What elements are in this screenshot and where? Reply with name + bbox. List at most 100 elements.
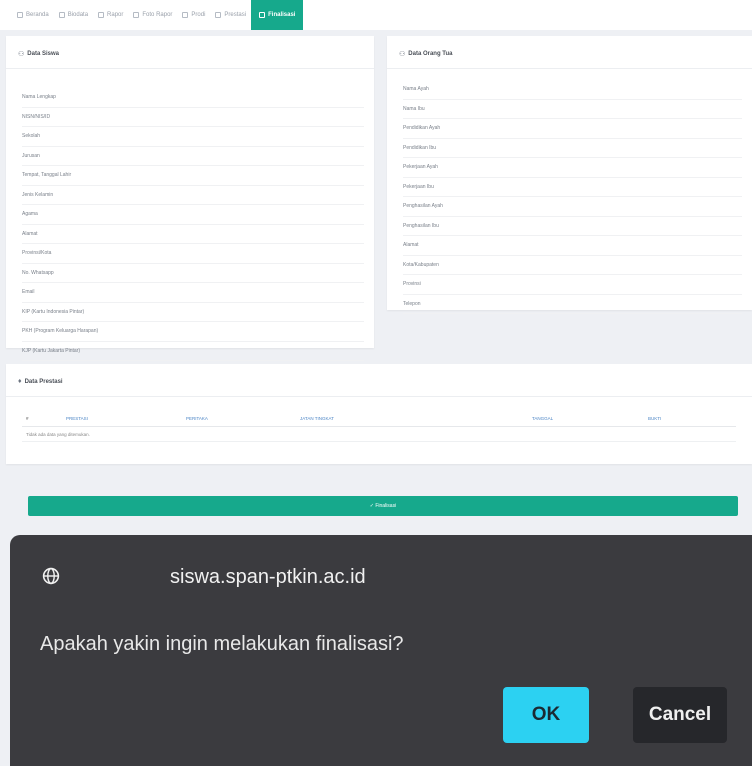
column-header: TANGGAL: [532, 415, 554, 421]
card-title: ⚇ Data Siswa: [18, 50, 59, 58]
award-icon: [215, 12, 222, 18]
field-label: KIP (Kartu Indonesia Pintar): [22, 308, 85, 315]
field-row: KIP (Kartu Indonesia Pintar): [22, 303, 364, 322]
field-row: Provinsi/Kota: [22, 244, 364, 264]
nav-beranda[interactable]: Beranda: [12, 0, 54, 30]
field-label: Provinsi/Kota: [22, 250, 52, 257]
field-row: Provinsi: [403, 275, 742, 295]
field-label: KJP (Kartu Jakarta Pintar): [22, 347, 80, 354]
cancel-button[interactable]: Cancel: [633, 687, 727, 743]
field-label: Jurusan: [22, 152, 40, 159]
image-icon: [133, 12, 140, 18]
column-header: JATAN TINGKAT: [300, 415, 334, 421]
field-row: Telepon: [403, 295, 742, 314]
ok-button[interactable]: OK: [503, 687, 589, 743]
dialog-message: Apakah yakin ingin melakukan finalisasi?: [40, 633, 404, 655]
column-header: BUKTI: [648, 415, 662, 421]
nav-biodata[interactable]: Biodata: [54, 0, 93, 30]
field-row: Alamat: [403, 236, 742, 256]
globe-icon: [42, 567, 60, 585]
field-label: Alamat: [22, 230, 38, 237]
column-header: #: [26, 415, 29, 421]
field-label: Tempat, Tanggal Lahir: [22, 172, 72, 179]
nav-label: Rapor: [107, 12, 124, 18]
divider: [6, 68, 374, 69]
siswa-field-list: Nama Lengkap NISN/NIS/ID Sekolah Jurusan…: [22, 88, 364, 361]
top-navigation: Beranda Biodata Rapor Foto Rapor Prodi P…: [0, 0, 752, 30]
confirm-dialog: siswa.span-ptkin.ac.id Apakah yakin ingi…: [10, 535, 752, 766]
field-row: KJP (Kartu Jakarta Pintar): [22, 342, 364, 361]
field-row: Nama Ibu: [403, 100, 742, 119]
field-label: Alamat: [403, 242, 419, 249]
field-row: Alamat: [22, 225, 364, 244]
field-row: Nama Lengkap: [22, 88, 364, 108]
table-header: # PRESTASI PERITAKA JATAN TINGKAT TANGGA…: [22, 410, 736, 427]
user-icon: ⚇: [18, 51, 25, 58]
check-icon: [259, 12, 266, 18]
book-icon: [98, 12, 105, 18]
field-row: Sekolah: [22, 127, 364, 147]
column-header: PERITAKA: [186, 415, 208, 421]
nav-label: Foto Rapor: [142, 12, 173, 18]
home-icon: [17, 12, 23, 18]
field-label: Penghasilan Ayah: [403, 203, 443, 210]
grid-icon: [182, 12, 189, 18]
data-siswa-title: Data Siswa: [27, 51, 59, 57]
user-icon: ⚇: [399, 51, 406, 58]
field-row: Nama Ayah: [403, 80, 742, 100]
field-row: NISN/NIS/ID: [22, 108, 364, 127]
field-label: No. Whatsapp: [22, 269, 54, 276]
divider: [387, 68, 752, 69]
nav-label: Prestasi: [224, 12, 247, 18]
card-title: ⚇ Data Orang Tua: [399, 50, 453, 58]
field-label: Sekolah: [22, 133, 41, 140]
finalisasi-button[interactable]: ✓ Finalisasi: [28, 496, 738, 516]
nav-label: Finalisasi: [268, 12, 296, 18]
field-row: Penghasilan Ayah: [403, 197, 742, 217]
nav-finalisasi[interactable]: Finalisasi: [251, 0, 304, 30]
card-title: ♦ Data Prestasi: [18, 378, 63, 385]
nav-label: Biodata: [67, 12, 89, 18]
prestasi-table: # PRESTASI PERITAKA JATAN TINGKAT TANGGA…: [22, 410, 736, 442]
field-label: PKH (Program Keluarga Harapan): [22, 328, 99, 335]
field-label: Provinsi: [403, 281, 421, 288]
field-label: Pendidikan Ayah: [403, 125, 441, 132]
field-label: Email: [22, 289, 35, 296]
field-row: Pekerjaan Ayah: [403, 158, 742, 178]
data-prestasi-title: Data Prestasi: [24, 378, 63, 385]
field-label: Pekerjaan Ayah: [403, 164, 438, 171]
user-icon: [58, 12, 65, 18]
field-row: Kota/Kabupaten: [403, 256, 742, 275]
field-row: Pendidikan Ayah: [403, 119, 742, 139]
divider: [6, 396, 752, 397]
field-label: NISN/NIS/ID: [22, 113, 51, 120]
nav-prodi[interactable]: Prodi: [177, 0, 210, 30]
nav-prestasi[interactable]: Prestasi: [210, 0, 251, 30]
empty-row: Tidak ada data yang ditemukan.: [22, 427, 736, 442]
field-label: Pekerjaan Ibu: [403, 183, 434, 190]
nav-label: Beranda: [26, 12, 49, 18]
field-row: Jenis Kelamin: [22, 186, 364, 205]
field-row: Tempat, Tanggal Lahir: [22, 166, 364, 186]
field-label: Nama Ibu: [403, 105, 425, 112]
trophy-icon: ♦: [18, 378, 22, 385]
column-header: PRESTASI: [66, 415, 88, 421]
field-label: Telepon: [403, 300, 421, 307]
dialog-origin: siswa.span-ptkin.ac.id: [170, 566, 366, 588]
field-row: Agama: [22, 205, 364, 225]
field-row: Email: [22, 283, 364, 303]
field-label: Nama Lengkap: [22, 94, 56, 101]
data-orang-tua-title: Data Orang Tua: [408, 51, 453, 57]
field-label: Jenis Kelamin: [22, 191, 54, 198]
field-row: No. Whatsapp: [22, 264, 364, 283]
field-row: Jurusan: [22, 147, 364, 166]
field-label: Agama: [22, 211, 38, 218]
data-prestasi-card: ♦ Data Prestasi # PRESTASI PERITAKA JATA…: [6, 364, 752, 464]
field-row: Penghasilan Ibu: [403, 217, 742, 236]
ortu-field-list: Nama Ayah Nama Ibu Pendidikan Ayah Pendi…: [403, 80, 742, 314]
nav-rapor[interactable]: Rapor: [93, 0, 128, 30]
nav-foto-rapor[interactable]: Foto Rapor: [128, 0, 177, 30]
field-label: Penghasilan Ibu: [403, 222, 439, 229]
data-siswa-card: ⚇ Data Siswa Nama Lengkap NISN/NIS/ID Se…: [6, 36, 374, 361]
field-row: PKH (Program Keluarga Harapan): [22, 322, 364, 342]
